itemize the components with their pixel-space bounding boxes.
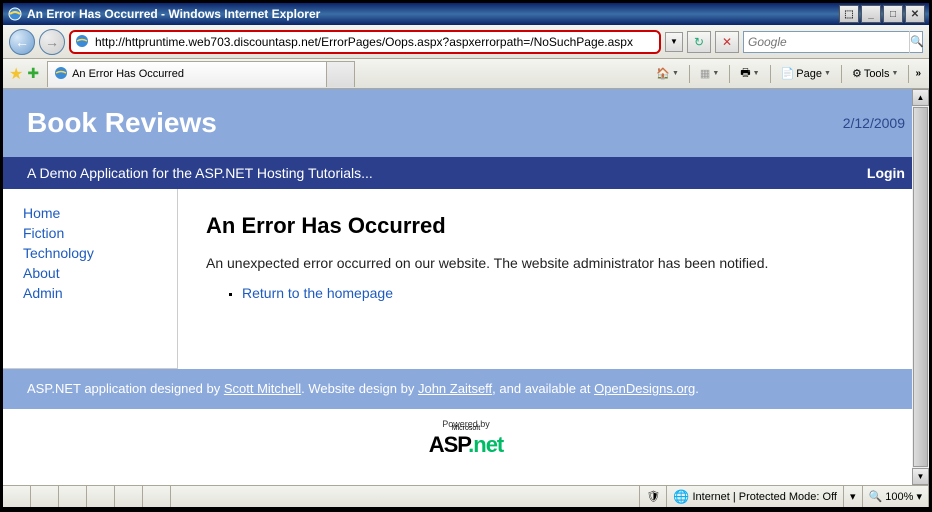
- sidebar-nav: Home Fiction Technology About Admin: [3, 189, 178, 369]
- error-heading: An Error Has Occurred: [206, 213, 901, 239]
- new-tab-button[interactable]: [327, 61, 355, 87]
- footer-text-1: ASP.NET application designed by: [27, 381, 224, 396]
- shield-icon: 🛡: [646, 490, 660, 503]
- sidebar-item-fiction[interactable]: Fiction: [23, 223, 157, 243]
- chevron-right-icon[interactable]: »: [915, 68, 923, 79]
- separator: [841, 65, 842, 83]
- search-button[interactable]: 🔍: [909, 31, 924, 53]
- print-icon: 🖶: [740, 64, 750, 83]
- ie-icon: [7, 6, 23, 22]
- tab-favicon-icon: [54, 66, 68, 83]
- title-bar: An Error Has Occurred - Windows Internet…: [3, 3, 929, 25]
- search-input[interactable]: [744, 35, 909, 49]
- window-title: An Error Has Occurred - Windows Internet…: [27, 7, 837, 21]
- return-home-link[interactable]: Return to the homepage: [242, 285, 393, 301]
- rss-icon: ▦: [700, 67, 710, 80]
- site-header: Book Reviews 2/12/2009: [3, 89, 929, 157]
- site-subheader: A Demo Application for the ASP.NET Hosti…: [3, 157, 929, 189]
- home-button[interactable]: 🏠▼: [652, 65, 683, 82]
- page-icon: 📄: [781, 67, 795, 80]
- status-zone[interactable]: 🌐 Internet | Protected Mode: Off: [667, 486, 844, 507]
- address-dropdown[interactable]: ▼: [665, 32, 683, 52]
- search-box: 🔍: [743, 31, 923, 53]
- page-content: Book Reviews 2/12/2009 A Demo Applicatio…: [3, 89, 929, 485]
- print-button[interactable]: 🖶▼: [736, 62, 763, 85]
- forward-button[interactable]: →: [39, 29, 65, 55]
- sidebar-item-home[interactable]: Home: [23, 203, 157, 223]
- refresh-icon: ↻: [694, 35, 704, 49]
- footer-text-3: , and available at: [492, 381, 594, 396]
- minimize-button[interactable]: _: [861, 5, 881, 23]
- site-date: 2/12/2009: [843, 115, 905, 131]
- footer-author-link[interactable]: Scott Mitchell: [224, 381, 301, 396]
- site-tagline: A Demo Application for the ASP.NET Hosti…: [27, 165, 867, 181]
- address-bar: [69, 30, 661, 54]
- scroll-up-button[interactable]: ▲: [912, 89, 929, 106]
- favorites-bar: ★ ✚ An Error Has Occurred 🏠▼ ▦▼ 🖶▼ 📄Page…: [3, 59, 929, 89]
- login-link[interactable]: Login: [867, 165, 905, 181]
- footer-designer-link[interactable]: John Zaitseff: [418, 381, 492, 396]
- vertical-scrollbar[interactable]: ▲ ▼: [912, 89, 929, 485]
- extra-button[interactable]: ⬚: [839, 5, 859, 23]
- stop-button[interactable]: ✕: [715, 31, 739, 53]
- sidebar-item-admin[interactable]: Admin: [23, 283, 157, 303]
- search-icon: 🔍: [910, 35, 924, 48]
- powered-by: Powered by Microsoft ASP.net: [3, 409, 929, 468]
- microsoft-label: Microsoft: [3, 425, 929, 432]
- status-bar: 🛡 🌐 Internet | Protected Mode: Off ▾ 🔍 1…: [3, 485, 929, 507]
- aspnet-logo: ASP.net: [429, 432, 504, 457]
- refresh-button[interactable]: ↻: [687, 31, 711, 53]
- browser-window: An Error Has Occurred - Windows Internet…: [2, 2, 930, 508]
- tools-menu[interactable]: ⚙Tools▼: [848, 65, 903, 82]
- separator: [689, 65, 690, 83]
- browser-tab[interactable]: An Error Has Occurred: [47, 61, 327, 87]
- sidebar-item-technology[interactable]: Technology: [23, 243, 157, 263]
- tab-title: An Error Has Occurred: [72, 68, 184, 80]
- stop-icon: ✕: [722, 35, 732, 49]
- add-favorite-icon[interactable]: ✚: [27, 65, 39, 82]
- page-menu[interactable]: 📄Page▼: [777, 65, 835, 82]
- error-message: An unexpected error occurred on our webs…: [206, 255, 901, 271]
- home-icon: 🏠: [656, 67, 670, 80]
- separator: [770, 65, 771, 83]
- status-extra[interactable]: ▾: [844, 486, 863, 507]
- page-body: Home Fiction Technology About Admin An E…: [3, 189, 929, 369]
- favorites-icon[interactable]: ★: [9, 64, 23, 84]
- separator: [908, 65, 909, 83]
- page-favicon-icon: [75, 34, 91, 50]
- back-button[interactable]: ←: [9, 29, 35, 55]
- status-zoom[interactable]: 🔍 100% ▾: [863, 486, 929, 507]
- scroll-down-button[interactable]: ▼: [912, 468, 929, 485]
- scroll-thumb[interactable]: [913, 107, 928, 467]
- footer-text-4: .: [695, 381, 699, 396]
- zoom-icon: 🔍: [869, 490, 883, 503]
- gear-icon: ⚙: [852, 67, 862, 80]
- main-content: An Error Has Occurred An unexpected erro…: [178, 189, 929, 369]
- maximize-button[interactable]: □: [883, 5, 903, 23]
- footer-text-2: . Website design by: [301, 381, 418, 396]
- nav-bar: ← → ▼ ↻ ✕ 🔍: [3, 25, 929, 59]
- footer-source-link[interactable]: OpenDesigns.org: [594, 381, 695, 396]
- sidebar-item-about[interactable]: About: [23, 263, 157, 283]
- site-title: Book Reviews: [27, 107, 843, 139]
- address-input[interactable]: [95, 35, 659, 49]
- site-footer: ASP.NET application designed by Scott Mi…: [3, 369, 929, 409]
- status-security[interactable]: 🛡: [640, 486, 667, 507]
- close-button[interactable]: ✕: [905, 5, 925, 23]
- feeds-button[interactable]: ▦▼: [696, 65, 723, 82]
- globe-icon: 🌐: [673, 489, 689, 505]
- status-panes: [3, 486, 640, 507]
- separator: [729, 65, 730, 83]
